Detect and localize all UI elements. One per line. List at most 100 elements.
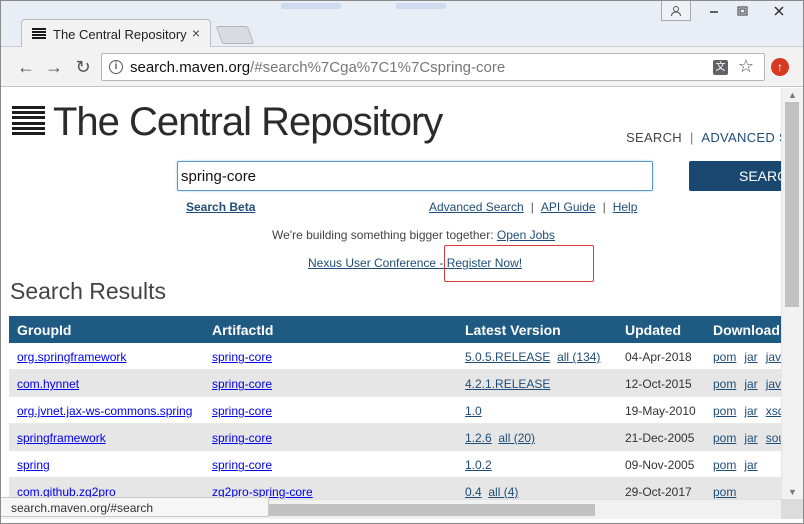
updated-date: 19-May-2010 (625, 404, 696, 418)
page-content: The Central Repository SEARCH | ADVANCED S… (1, 88, 781, 499)
jobs-text: We're building something bigger together… (272, 228, 494, 242)
artifact-id-link[interactable]: spring-core (212, 458, 272, 472)
table-row: spring spring-core 1.0.2 09-Nov-2005 pom jar (9, 451, 781, 478)
link-separator: | (530, 200, 534, 214)
all-versions-link[interactable]: all (20) (498, 431, 535, 445)
artifact-id-link[interactable]: spring-core (212, 431, 272, 445)
updated-date: 21-Dec-2005 (625, 431, 695, 445)
search-beta-link[interactable]: Search Beta (186, 200, 255, 214)
top-navigation: SEARCH | ADVANCED S (626, 130, 781, 145)
column-header-artifactid[interactable]: ArtifactId (212, 322, 273, 338)
version-link[interactable]: 0.4 (465, 485, 482, 499)
address-bar[interactable]: i search.maven.org/#search%7Cga%7C1%7Csp… (101, 53, 765, 81)
conference-link[interactable]: Nexus User Conference - Register Now! (308, 256, 522, 270)
vertical-scroll-thumb[interactable] (785, 102, 799, 307)
download-jav-link[interactable]: jav (766, 377, 781, 391)
download-links: pom jar (713, 458, 766, 472)
download-xsd-link[interactable]: xsd (766, 404, 781, 418)
version-link[interactable]: 1.2.6 (465, 431, 492, 445)
search-button[interactable]: SEARCH (689, 161, 781, 191)
latest-version-cell: 1.2.6 all (20) (465, 431, 535, 445)
table-row: com.github.zg2pro zg2pro-spring-core 0.4 a… (9, 478, 781, 499)
api-guide-link[interactable]: API Guide (541, 200, 596, 214)
table-body: org.springframework spring-core 5.0.5.RELE… (9, 343, 781, 499)
maximize-icon[interactable] (729, 1, 755, 21)
scroll-down-icon[interactable]: ▼ (788, 487, 797, 497)
table-row: org.springframework spring-core 5.0.5.RELE… (9, 343, 781, 370)
all-versions-link[interactable]: all (4) (488, 485, 518, 499)
download-pom-link[interactable]: pom (713, 431, 736, 445)
nav-search-link[interactable]: SEARCH (626, 130, 682, 145)
table-row: com.hynnet spring-core 4.2.1.RELEASE 12-Oct… (9, 370, 781, 397)
column-header-updated[interactable]: Updated (625, 322, 681, 338)
download-pom-link[interactable]: pom (713, 458, 736, 472)
group-id-link[interactable]: org.springframework (17, 350, 126, 364)
tab-title: The Central Repository (53, 27, 187, 42)
results-table: GroupId ArtifactId Latest Version Update… (9, 316, 781, 499)
download-sou-link[interactable]: sou (766, 431, 781, 445)
bookmark-star-icon[interactable]: ☆ (738, 56, 754, 77)
extension-icon[interactable]: ↑ (771, 58, 789, 76)
scroll-up-icon[interactable]: ▲ (788, 90, 797, 100)
translate-icon[interactable]: 文 (713, 60, 728, 75)
reload-icon[interactable]: ↻ (72, 56, 94, 78)
help-link[interactable]: Help (613, 200, 638, 214)
group-id-link[interactable]: org.jvnet.jax-ws-commons.spring (17, 404, 192, 418)
download-jar-link[interactable]: jar (744, 458, 757, 472)
scrollbar-corner (781, 499, 803, 519)
logo-mark-icon (12, 106, 45, 138)
back-arrow-icon[interactable]: ← (15, 56, 37, 78)
download-pom-link[interactable]: pom (713, 350, 736, 364)
download-pom-link[interactable]: pom (713, 377, 736, 391)
column-header-latest-version[interactable]: Latest Version (465, 322, 561, 338)
url-path: /#search%7Cga%7C1%7Cspring-core (250, 59, 506, 76)
table-row: springframework spring-core 1.2.6 all (20)… (9, 424, 781, 451)
download-jar-link[interactable]: jar (744, 404, 757, 418)
address-url[interactable]: search.maven.org/#search%7Cga%7C1%7Cspri… (130, 59, 505, 76)
version-link[interactable]: 1.0 (465, 404, 482, 418)
status-bar: search.maven.org/#search (1, 497, 269, 517)
search-input[interactable] (177, 161, 653, 191)
info-icon[interactable]: i (109, 60, 123, 74)
new-tab-button[interactable] (215, 26, 255, 44)
user-profile-icon[interactable] (661, 1, 691, 21)
all-versions-link[interactable]: all (134) (557, 350, 600, 364)
download-jav-link[interactable]: jav (766, 350, 781, 364)
version-link[interactable]: 5.0.5.RELEASE (465, 350, 550, 364)
updated-date: 12-Oct-2015 (625, 377, 692, 391)
window-close-icon[interactable] (757, 1, 801, 21)
minimize-icon[interactable] (699, 1, 729, 21)
forward-arrow-icon[interactable]: → (43, 56, 65, 78)
group-id-link[interactable]: spring (17, 458, 50, 472)
updated-date: 09-Nov-2005 (625, 458, 695, 472)
group-id-link[interactable]: com.hynnet (17, 377, 79, 391)
version-link[interactable]: 1.0.2 (465, 458, 492, 472)
site-logo[interactable]: The Central Repository (53, 100, 443, 145)
download-links: pom jar jav (713, 377, 781, 391)
download-jar-link[interactable]: jar (744, 431, 757, 445)
download-jar-link[interactable]: jar (744, 350, 757, 364)
group-id-link[interactable]: springframework (17, 431, 106, 445)
jobs-message: We're building something bigger together… (272, 228, 555, 242)
open-jobs-link[interactable]: Open Jobs (497, 228, 555, 242)
nav-separator: | (689, 130, 694, 145)
artifact-id-link[interactable]: spring-core (212, 350, 272, 364)
column-header-download: Download (713, 322, 780, 338)
url-host: search.maven.org (130, 59, 251, 76)
advanced-search-link[interactable]: Advanced Search (429, 200, 524, 214)
download-pom-link[interactable]: pom (713, 404, 736, 418)
browser-window: The Central Repository × ← → ↻ i search.… (0, 0, 804, 524)
vertical-scrollbar[interactable]: ▲ ▼ (781, 88, 803, 499)
download-jar-link[interactable]: jar (744, 377, 757, 391)
version-link[interactable]: 4.2.1.RELEASE (465, 377, 550, 391)
tab-central-repository[interactable]: The Central Repository × (21, 19, 211, 48)
download-links: pomjarsou (713, 431, 781, 445)
nav-advanced-search-link[interactable]: ADVANCED S (701, 130, 781, 145)
horizontal-scroll-thumb[interactable] (269, 504, 595, 516)
artifact-id-link[interactable]: spring-core (212, 404, 272, 418)
download-pom-link[interactable]: pom (713, 485, 736, 499)
browser-toolbar: ← → ↻ i search.maven.org/#search%7Cga%7C… (1, 47, 803, 87)
tab-close-icon[interactable]: × (192, 25, 200, 41)
column-header-groupid[interactable]: GroupId (17, 322, 71, 338)
artifact-id-link[interactable]: spring-core (212, 377, 272, 391)
